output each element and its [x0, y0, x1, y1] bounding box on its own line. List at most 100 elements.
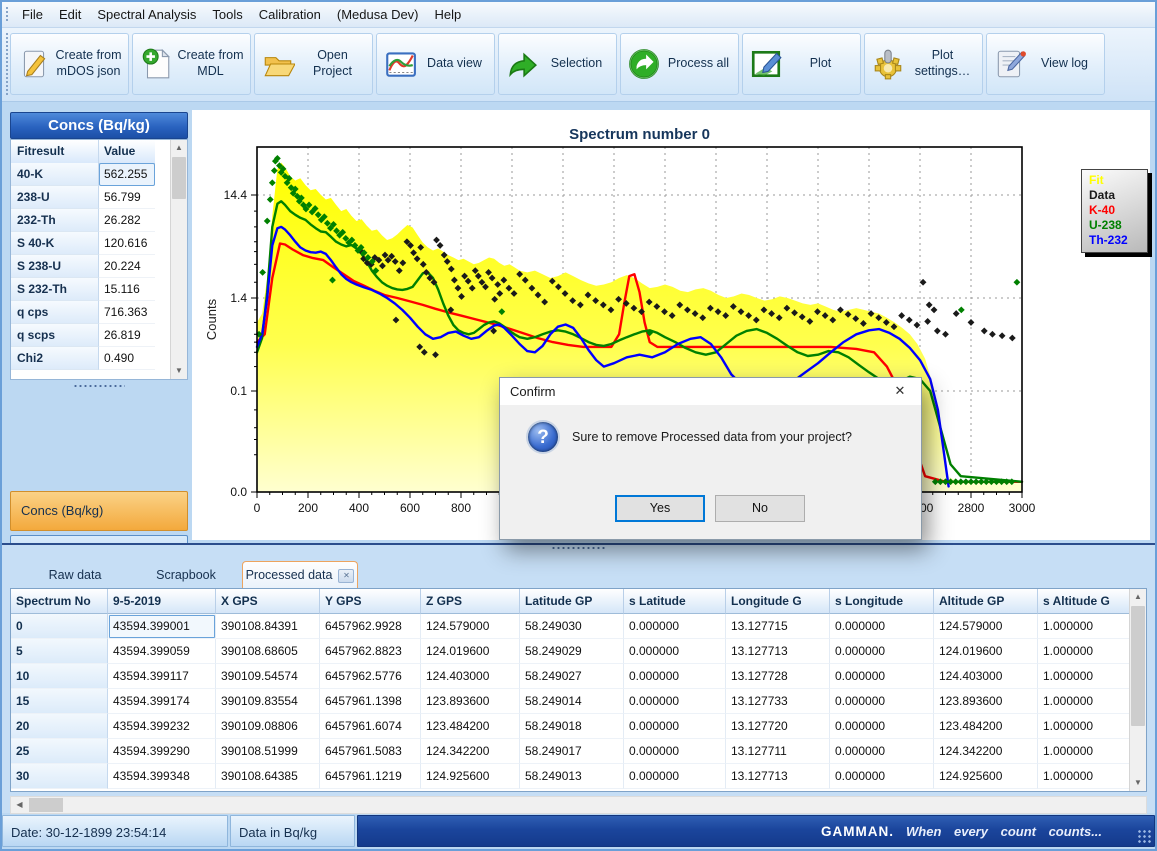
grid-cell[interactable]: 0.000000 — [624, 664, 726, 689]
grid-cell[interactable]: 123.893600 — [421, 689, 520, 714]
grid-cell[interactable]: 58.249014 — [520, 689, 624, 714]
grid-cell[interactable]: 0.000000 — [830, 664, 934, 689]
toolbar-button-plot-settings-[interactable]: Plot settings… — [864, 33, 983, 95]
grid-cell[interactable]: 13.127720 — [726, 714, 830, 739]
row-header[interactable]: 5 — [11, 639, 108, 664]
grid-cell[interactable]: 390109.08806 — [216, 714, 320, 739]
column-header-10[interactable]: s Altitude G — [1038, 589, 1130, 614]
grid-cell[interactable]: 124.403000 — [421, 664, 520, 689]
grid-cell[interactable]: 123.484200 — [934, 714, 1038, 739]
grid-cell[interactable]: 1.000000 — [1038, 739, 1130, 764]
grid-cell[interactable]: 43594.399174 — [108, 689, 216, 714]
menu-item-help[interactable]: Help — [427, 2, 470, 26]
grid-cell[interactable]: 58.249030 — [520, 614, 624, 639]
grid-cell[interactable]: 13.127713 — [726, 764, 830, 789]
grid-cell[interactable]: 390108.68605 — [216, 639, 320, 664]
column-header-6[interactable]: s Latitude — [624, 589, 726, 614]
no-button[interactable]: No — [715, 495, 805, 522]
menu-item-file[interactable]: File — [14, 2, 51, 26]
tab-scrapbook[interactable]: Scrapbook — [130, 563, 242, 588]
grid-cell[interactable]: 0.000000 — [624, 764, 726, 789]
tab-raw-data[interactable]: Raw data — [20, 563, 130, 588]
grid-cell[interactable]: 124.925600 — [934, 764, 1038, 789]
grid-cell[interactable]: 0.000000 — [624, 639, 726, 664]
grid-cell[interactable]: 6457961.1219 — [320, 764, 421, 789]
column-header-8[interactable]: s Longitude — [830, 589, 934, 614]
menu-item-calibration[interactable]: Calibration — [251, 2, 329, 26]
tab-close-icon[interactable]: ✕ — [338, 569, 354, 583]
grid-cell[interactable]: 13.127733 — [726, 689, 830, 714]
fitresult-value[interactable]: 26.282 — [99, 209, 155, 232]
scrollbar-thumb[interactable] — [1131, 606, 1145, 726]
row-header[interactable]: 25 — [11, 739, 108, 764]
toolbar-button-create-from-mdl[interactable]: Create from MDL — [132, 33, 251, 95]
tab-processed-data[interactable]: Processed data✕ — [242, 561, 358, 588]
grid-cell[interactable]: 0.000000 — [830, 639, 934, 664]
grid-cell[interactable]: 6457961.6074 — [320, 714, 421, 739]
grid-cell[interactable]: 390108.84391 — [216, 614, 320, 639]
fitresult-scrollbar[interactable]: ▲ ▼ — [170, 140, 187, 379]
fitresult-value[interactable]: 15.116 — [99, 278, 155, 301]
column-header-7[interactable]: Longitude G — [726, 589, 830, 614]
column-header-2[interactable]: X GPS — [216, 589, 320, 614]
menu-item-edit[interactable]: Edit — [51, 2, 89, 26]
grid-cell[interactable]: 43594.399232 — [108, 714, 216, 739]
grid-cell[interactable]: 124.342200 — [421, 739, 520, 764]
toolbar-button-selection[interactable]: Selection — [498, 33, 617, 95]
grid-cell[interactable]: 13.127713 — [726, 639, 830, 664]
grid-cell[interactable]: 13.127728 — [726, 664, 830, 689]
toolbar-button-open-project[interactable]: Open Project — [254, 33, 373, 95]
fitresult-value[interactable]: 56.799 — [99, 186, 155, 209]
row-header[interactable]: 15 — [11, 689, 108, 714]
grid-cell[interactable]: 124.019600 — [421, 639, 520, 664]
toolbar-button-view-log[interactable]: View log — [986, 33, 1105, 95]
resize-grip-icon[interactable] — [1137, 829, 1151, 843]
grid-cell[interactable]: 0.000000 — [624, 614, 726, 639]
grid-cell[interactable]: 0.000000 — [830, 689, 934, 714]
grid-cell[interactable]: 0.000000 — [624, 689, 726, 714]
grid-cell[interactable]: 0.000000 — [830, 614, 934, 639]
grid-cell[interactable]: 1.000000 — [1038, 614, 1130, 639]
fitresult-value[interactable]: 0.490 — [99, 347, 155, 370]
scroll-up-icon[interactable]: ▲ — [1130, 589, 1146, 605]
menu-item-spectral-analysis[interactable]: Spectral Analysis — [89, 2, 204, 26]
grid-cell[interactable]: 124.579000 — [421, 614, 520, 639]
grid-cell[interactable]: 1.000000 — [1038, 689, 1130, 714]
fitresult-value[interactable]: 120.616 — [99, 232, 155, 255]
grid-cell[interactable]: 390109.54574 — [216, 664, 320, 689]
grid-cell[interactable]: 0.000000 — [830, 739, 934, 764]
grid-cell[interactable]: 390108.51999 — [216, 739, 320, 764]
scrollbar-thumb[interactable] — [29, 798, 63, 812]
yes-button[interactable]: Yes — [615, 495, 705, 522]
grid-cell[interactable]: 58.249018 — [520, 714, 624, 739]
grid-cell[interactable]: 124.342200 — [934, 739, 1038, 764]
column-header-3[interactable]: Y GPS — [320, 589, 421, 614]
grid-cell[interactable]: 43594.399348 — [108, 764, 216, 789]
grid-cell[interactable]: 390109.83554 — [216, 689, 320, 714]
toolbar-button-create-from-mdos-json[interactable]: Create from mDOS json — [10, 33, 129, 95]
row-header[interactable]: 20 — [11, 714, 108, 739]
grid-cell[interactable]: 6457962.9928 — [320, 614, 421, 639]
grid-vscrollbar[interactable]: ▲ ▼ — [1129, 589, 1146, 791]
grid-cell[interactable]: 123.484200 — [421, 714, 520, 739]
grid-cell[interactable]: 124.403000 — [934, 664, 1038, 689]
scroll-down-icon[interactable]: ▼ — [171, 363, 187, 379]
grid-cell[interactable]: 43594.399290 — [108, 739, 216, 764]
grid-cell[interactable]: 58.249027 — [520, 664, 624, 689]
grid-cell[interactable]: 43594.399117 — [108, 664, 216, 689]
fitresult-value[interactable]: 562.255 — [99, 163, 155, 186]
grid-cell[interactable]: 124.925600 — [421, 764, 520, 789]
grid-cell[interactable]: 6457962.8823 — [320, 639, 421, 664]
grid-cell[interactable]: 43594.399059 — [108, 639, 216, 664]
row-header[interactable]: 0 — [11, 614, 108, 639]
grid-cell[interactable]: 6457961.5083 — [320, 739, 421, 764]
left-splitter[interactable] — [10, 382, 188, 389]
grid-cell[interactable]: 6457961.1398 — [320, 689, 421, 714]
grid-cell[interactable]: 1.000000 — [1038, 664, 1130, 689]
close-icon[interactable]: ✕ — [879, 378, 921, 405]
toolbar-button-data-view[interactable]: Data view — [376, 33, 495, 95]
grid-cell[interactable]: 390108.64385 — [216, 764, 320, 789]
scroll-up-icon[interactable]: ▲ — [171, 140, 187, 156]
scroll-left-icon[interactable]: ◀ — [11, 797, 28, 813]
column-header-5[interactable]: Latitude GP — [520, 589, 624, 614]
